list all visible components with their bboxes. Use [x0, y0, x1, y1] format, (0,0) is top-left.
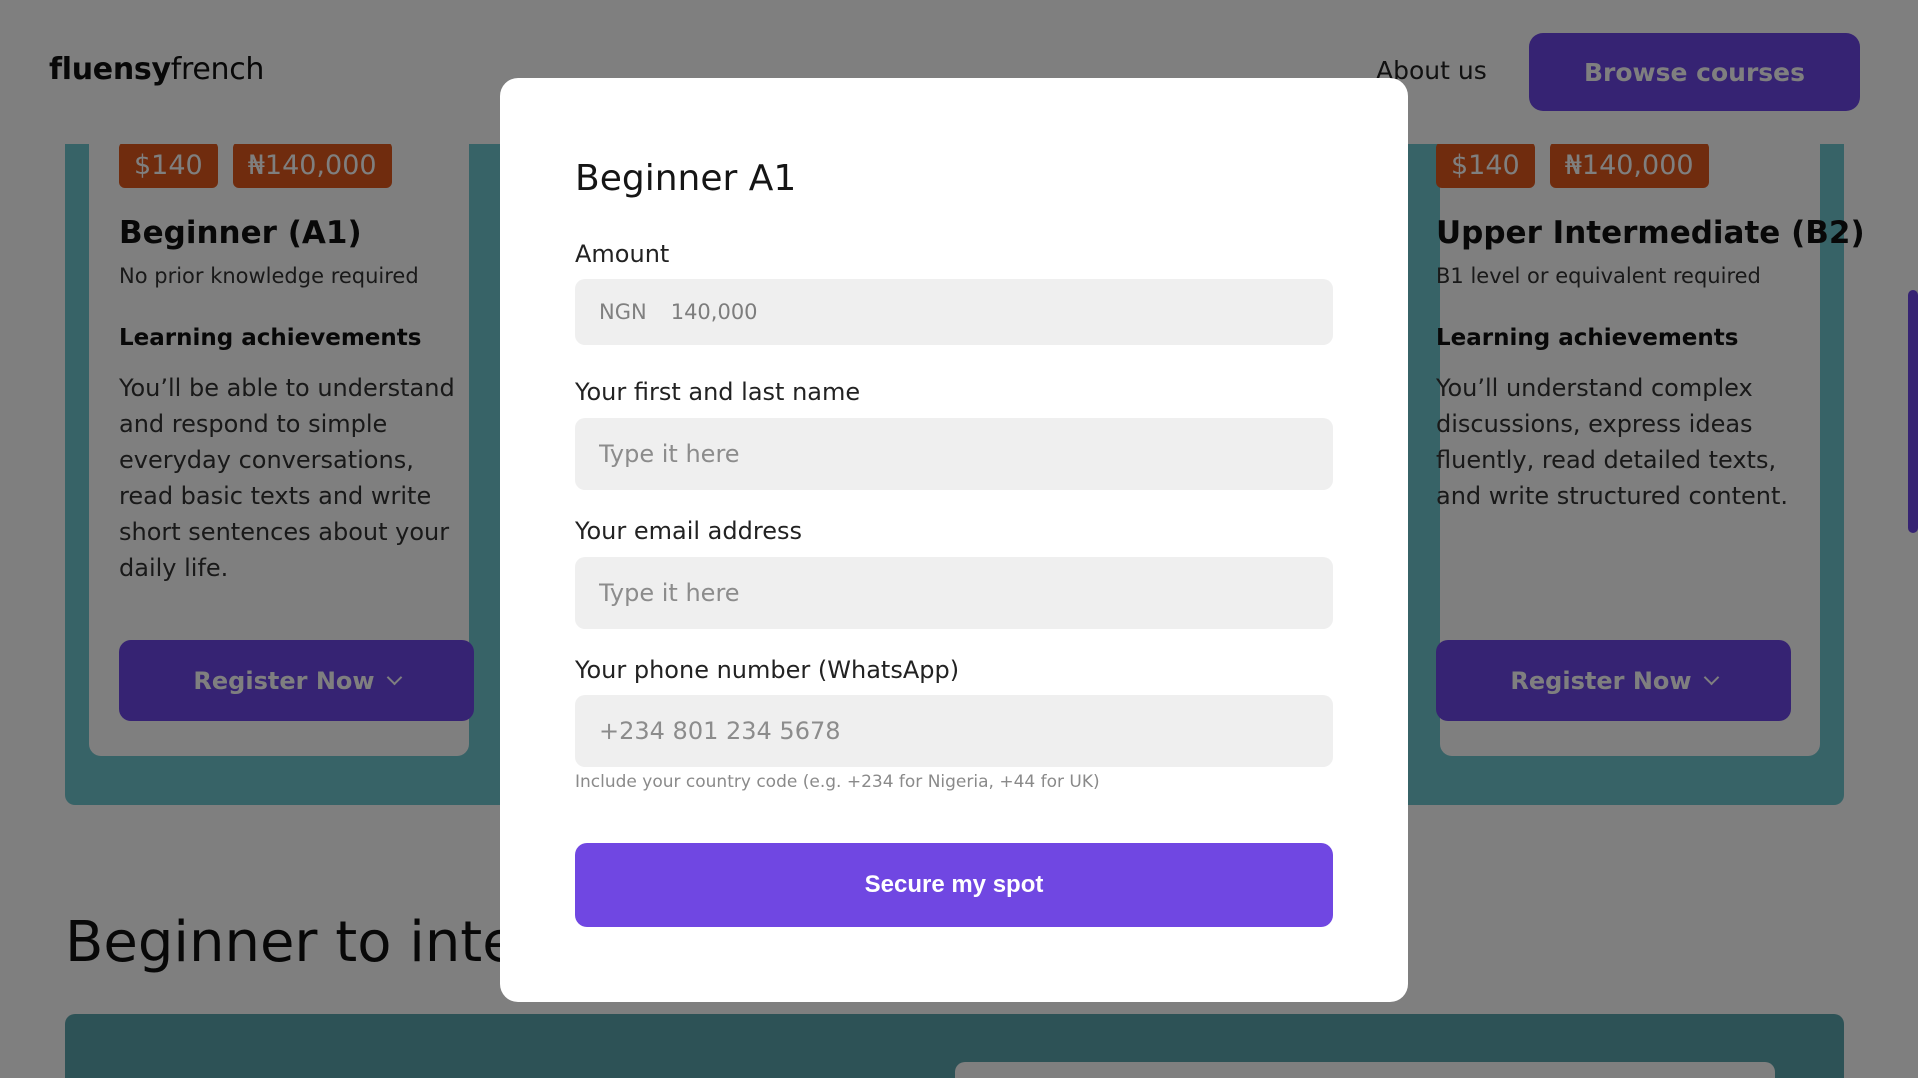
amount-field: NGN 140,000 [575, 279, 1333, 345]
email-input[interactable] [599, 557, 1333, 629]
phone-input[interactable] [599, 695, 1333, 767]
email-field-wrapper [575, 557, 1333, 629]
currency-code: NGN [599, 300, 647, 324]
amount-value: 140,000 [670, 300, 758, 324]
secure-my-spot-button[interactable]: Secure my spot [575, 843, 1333, 927]
name-field-wrapper [575, 418, 1333, 490]
phone-hint: Include your country code (e.g. +234 for… [575, 772, 1100, 792]
amount-label: Amount [575, 240, 670, 268]
registration-modal: Beginner A1 Amount NGN 140,000 Your firs… [500, 78, 1408, 1002]
email-label: Your email address [575, 517, 802, 545]
phone-label: Your phone number (WhatsApp) [575, 656, 960, 684]
name-label: Your first and last name [575, 378, 861, 406]
phone-field-wrapper [575, 695, 1333, 767]
name-input[interactable] [599, 418, 1333, 490]
modal-title: Beginner A1 [575, 158, 797, 199]
